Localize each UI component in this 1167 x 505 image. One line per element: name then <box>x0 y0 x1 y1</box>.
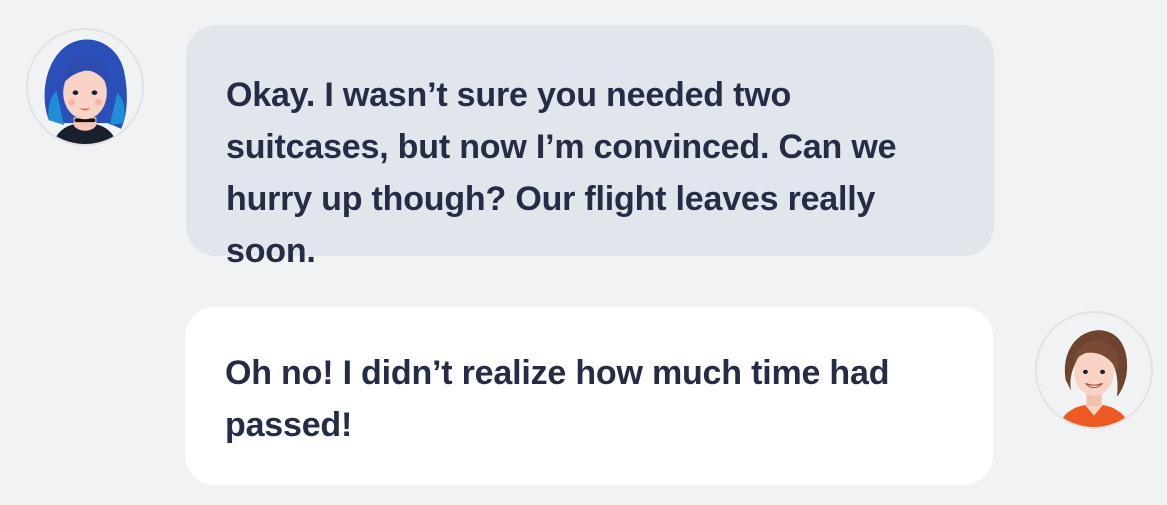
message-text: Okay. I wasn’t sure you needed two suitc… <box>226 76 897 270</box>
blue-hair-portrait-icon <box>28 30 142 144</box>
brown-hair-portrait-icon <box>1037 313 1151 427</box>
message-text: Oh no! I didn’t realize how much time ha… <box>225 354 890 444</box>
message-bubble-incoming: Okay. I wasn’t sure you needed two suitc… <box>186 25 994 270</box>
woman-brown-hair-avatar <box>1035 311 1153 429</box>
woman-blue-hair-avatar <box>26 28 144 146</box>
message-bubble-outgoing: Oh no! I didn’t realize how much time ha… <box>185 307 993 485</box>
